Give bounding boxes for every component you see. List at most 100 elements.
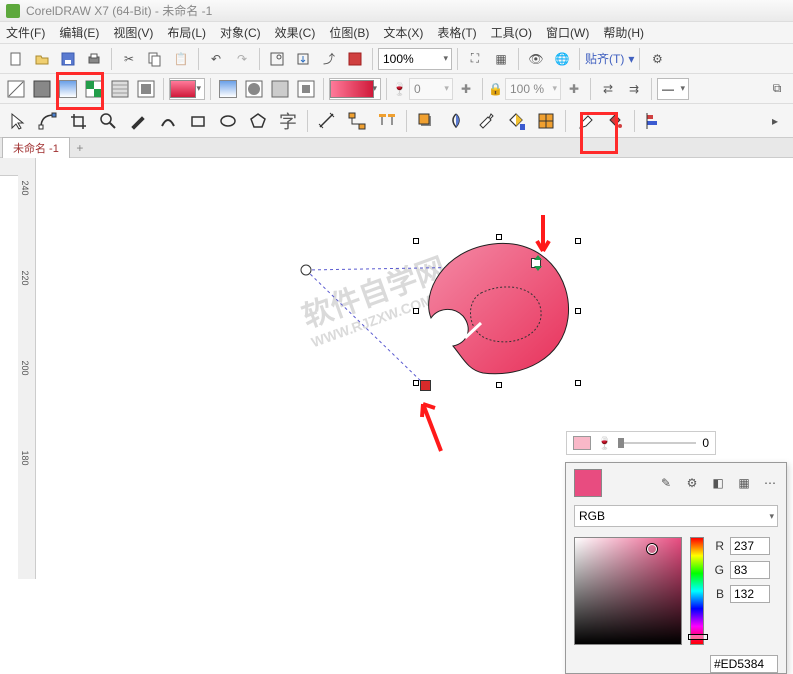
- new-tab-icon[interactable]: +: [72, 140, 88, 156]
- mesh-fill-tool-icon[interactable]: [532, 107, 560, 135]
- dimension-tool-icon[interactable]: [313, 107, 341, 135]
- rulers-icon[interactable]: ▦: [489, 47, 513, 71]
- publish-web-icon[interactable]: 🌐: [550, 47, 574, 71]
- sel-handle-se[interactable]: [575, 380, 581, 386]
- search-icon[interactable]: [265, 47, 289, 71]
- more-icon[interactable]: ⋯: [762, 475, 778, 491]
- text-tool-icon[interactable]: 字: [274, 107, 302, 135]
- edit-anchor-icon[interactable]: [373, 107, 401, 135]
- sel-handle-n[interactable]: [496, 234, 502, 240]
- sel-handle-s[interactable]: [496, 382, 502, 388]
- palette-icon[interactable]: ▦: [736, 475, 752, 491]
- menu-object[interactable]: 对象(C): [220, 24, 261, 41]
- copy-icon[interactable]: [143, 47, 167, 71]
- color-field[interactable]: [574, 537, 682, 645]
- lock-icon[interactable]: 🔒: [488, 82, 503, 96]
- freehand-tool-icon[interactable]: [124, 107, 152, 135]
- fullscreen-icon[interactable]: ⛶: [463, 47, 487, 71]
- outline-pen-icon[interactable]: [571, 107, 599, 135]
- menu-table[interactable]: 表格(T): [437, 24, 476, 41]
- export-icon[interactable]: ⤴: [317, 47, 341, 71]
- slider-track[interactable]: [618, 442, 696, 444]
- print-icon[interactable]: [82, 47, 106, 71]
- ellipse-tool-icon[interactable]: [214, 107, 242, 135]
- input-r[interactable]: [730, 537, 770, 555]
- grad-radial-icon[interactable]: [242, 77, 266, 101]
- preview-icon[interactable]: 👁: [524, 47, 548, 71]
- grad-square-icon[interactable]: [294, 77, 318, 101]
- connector-tool-icon[interactable]: [343, 107, 371, 135]
- shape-tool-icon[interactable]: [34, 107, 62, 135]
- transparency-slider-panel[interactable]: 🍷 0: [566, 431, 716, 455]
- slider-thumb[interactable]: [618, 438, 624, 448]
- sel-handle-nw[interactable]: [413, 238, 419, 244]
- toggle-toolbar-icon[interactable]: ▸: [761, 107, 789, 135]
- eyedropper-icon[interactable]: ✎: [658, 475, 674, 491]
- gradient-start-node[interactable]: [420, 380, 431, 391]
- grad-conical-icon[interactable]: [268, 77, 292, 101]
- menu-bitmap[interactable]: 位图(B): [329, 24, 369, 41]
- sel-handle-e[interactable]: [575, 308, 581, 314]
- fill-none-icon[interactable]: [4, 77, 28, 101]
- fill-texture-icon[interactable]: [108, 77, 132, 101]
- drawn-shape[interactable]: [413, 238, 583, 388]
- artistic-tool-icon[interactable]: [154, 107, 182, 135]
- undo-icon[interactable]: ↶: [204, 47, 228, 71]
- sel-handle-sw[interactable]: [413, 380, 419, 386]
- zoom-tool-icon[interactable]: [94, 107, 122, 135]
- fill-postscript-icon[interactable]: [134, 77, 158, 101]
- menu-view[interactable]: 视图(V): [113, 24, 153, 41]
- eyedropper-tool-icon[interactable]: [472, 107, 500, 135]
- menu-edit[interactable]: 编辑(E): [59, 24, 99, 41]
- hue-cursor[interactable]: [688, 634, 708, 640]
- swatch-picker-icon[interactable]: ◧: [710, 475, 726, 491]
- zoom-combo[interactable]: 100%: [378, 48, 452, 70]
- rectangle-tool-icon[interactable]: [184, 107, 212, 135]
- drop-shadow-icon[interactable]: [412, 107, 440, 135]
- pick-tool-icon[interactable]: [4, 107, 32, 135]
- document-tab[interactable]: 未命名 -1: [2, 137, 70, 158]
- accel-combo[interactable]: —: [657, 78, 689, 100]
- interactive-fill-tool-icon[interactable]: [502, 107, 530, 135]
- menu-layout[interactable]: 布局(L): [167, 24, 206, 41]
- open-icon[interactable]: [30, 47, 54, 71]
- align-tool-icon[interactable]: [640, 107, 668, 135]
- snap-menu[interactable]: 贴齐(T): [585, 50, 624, 67]
- save-icon[interactable]: [56, 47, 80, 71]
- crop-tool-icon[interactable]: [64, 107, 92, 135]
- menubar[interactable]: 文件(F) 编辑(E) 视图(V) 布局(L) 对象(C) 效果(C) 位图(B…: [0, 22, 793, 44]
- cut-icon[interactable]: ✂: [117, 47, 141, 71]
- fill-dialog-icon[interactable]: [601, 107, 629, 135]
- options-icon[interactable]: ⚙: [645, 47, 669, 71]
- grad-preview-combo[interactable]: [329, 78, 381, 100]
- color-field-cursor[interactable]: [647, 544, 657, 554]
- hue-slider[interactable]: [690, 537, 704, 645]
- color-model-combo[interactable]: RGB: [574, 505, 778, 527]
- input-b[interactable]: [730, 585, 770, 603]
- input-g[interactable]: [730, 561, 770, 579]
- new-icon[interactable]: [4, 47, 28, 71]
- menu-effect[interactable]: 效果(C): [275, 24, 316, 41]
- menu-window[interactable]: 窗口(W): [546, 24, 589, 41]
- transparency-tool-icon[interactable]: [442, 107, 470, 135]
- fill-pattern-icon[interactable]: [82, 77, 106, 101]
- menu-help[interactable]: 帮助(H): [603, 24, 644, 41]
- menu-file[interactable]: 文件(F): [6, 24, 45, 41]
- fill-fountain-icon[interactable]: [56, 77, 80, 101]
- sliders-icon[interactable]: ⚙: [684, 475, 700, 491]
- fill-uniform-icon[interactable]: [30, 77, 54, 101]
- sel-handle-ne[interactable]: [575, 238, 581, 244]
- sel-handle-w[interactable]: [413, 308, 419, 314]
- grad-linear-icon[interactable]: [216, 77, 240, 101]
- copy-props-icon[interactable]: ⧉: [765, 77, 789, 101]
- fill-color-combo[interactable]: [169, 78, 205, 100]
- publish-icon[interactable]: [343, 47, 367, 71]
- menu-tools[interactable]: 工具(O): [491, 24, 532, 41]
- menu-text[interactable]: 文本(X): [383, 24, 423, 41]
- polygon-tool-icon[interactable]: [244, 107, 272, 135]
- color-docker[interactable]: ✎ ⚙ ◧ ▦ ⋯ RGB: [565, 462, 787, 674]
- mirror-icon[interactable]: ⇄: [596, 77, 620, 101]
- input-hex[interactable]: [710, 655, 778, 673]
- canvas[interactable]: 240 220 200 180 软件自学网 WWW.RJZXW.COM: [18, 158, 793, 579]
- repeat-grad-icon[interactable]: ⇉: [622, 77, 646, 101]
